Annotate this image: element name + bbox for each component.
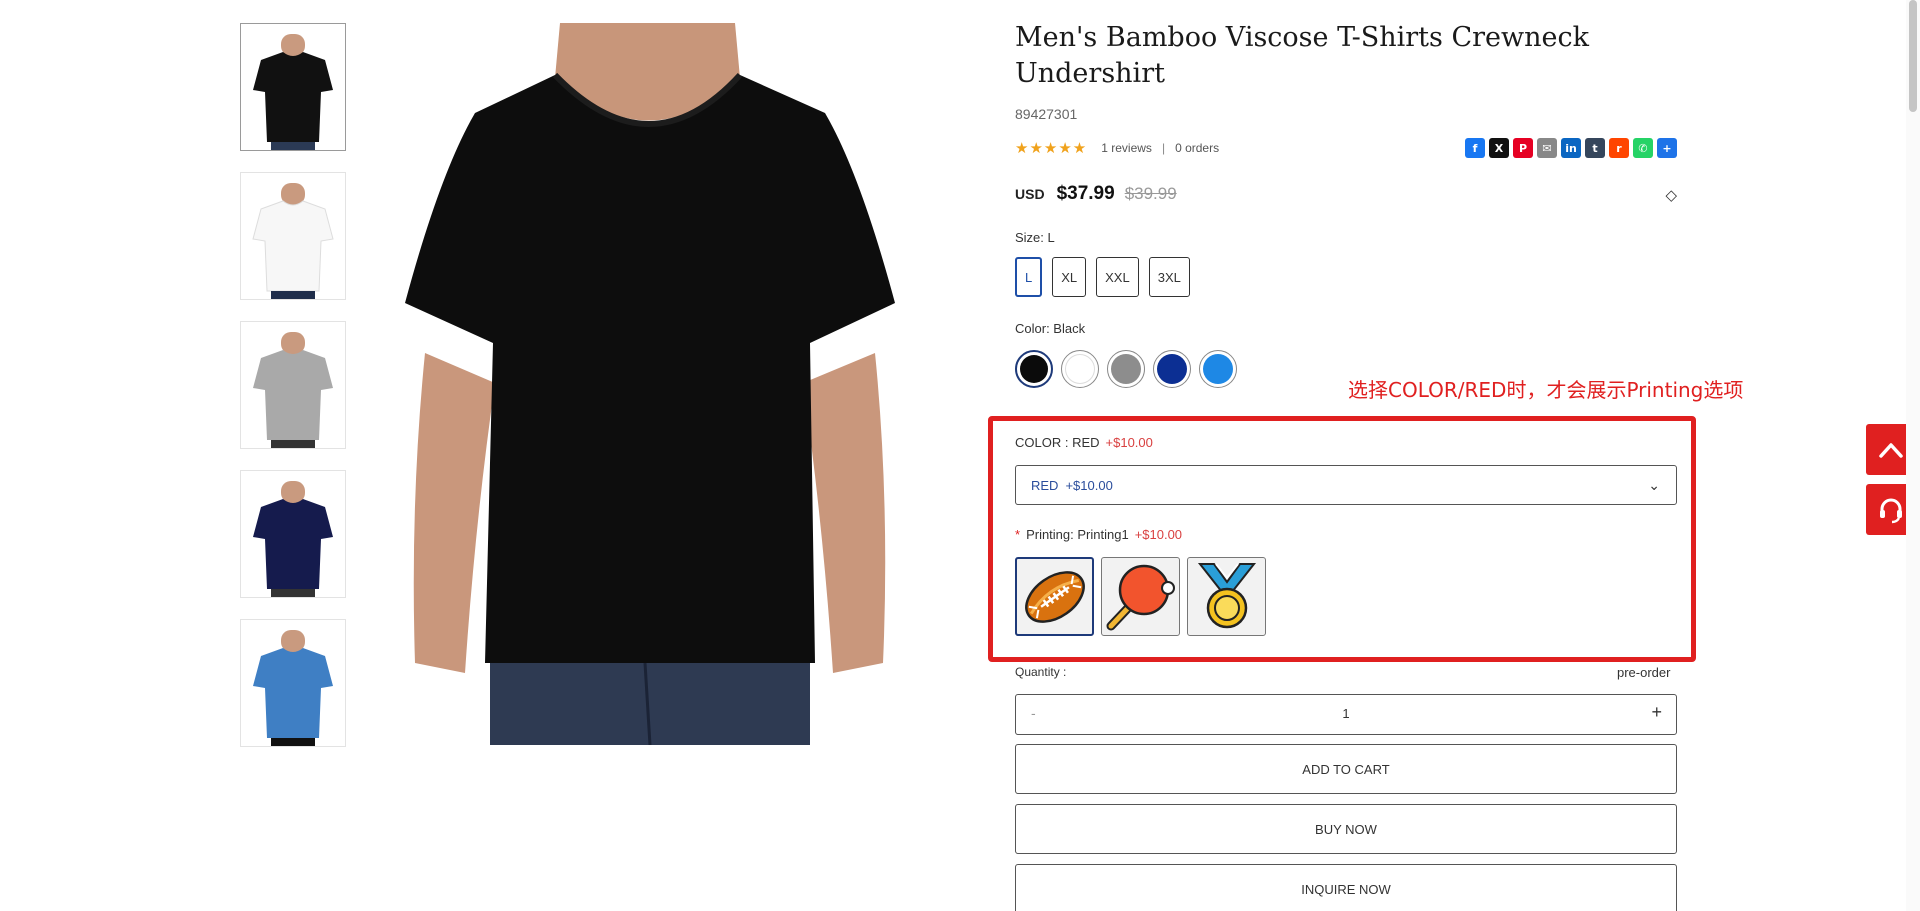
sale-price: $37.99	[1056, 183, 1115, 204]
thumbnail-black-shirt[interactable]	[240, 23, 346, 151]
thumbnail-navy-shirt[interactable]	[240, 470, 346, 598]
print-option-ping-pong[interactable]	[1101, 557, 1180, 636]
color-label: Color: Black	[1015, 321, 1086, 336]
product-sku: 89427301	[1015, 106, 1078, 122]
facebook-icon[interactable]: f	[1465, 138, 1485, 158]
currency-code: USD	[1015, 186, 1045, 202]
x-icon[interactable]: X	[1489, 138, 1509, 158]
size-option-xxl[interactable]: XXL	[1096, 257, 1139, 297]
thumbnail-white-shirt[interactable]	[240, 172, 346, 300]
size-label: Size: L	[1015, 230, 1055, 245]
diamond-icon[interactable]: ◇	[1665, 186, 1677, 204]
thumbnail-blue-shirt[interactable]	[240, 619, 346, 747]
email-icon[interactable]: ✉	[1537, 138, 1557, 158]
quantity-stepper: - 1 +	[1015, 694, 1677, 735]
option-color-label-text: COLOR : RED	[1015, 435, 1100, 450]
page-scrollbar[interactable]	[1906, 0, 1920, 911]
tumblr-icon[interactable]: t	[1585, 138, 1605, 158]
color-swatch-fill	[1065, 354, 1095, 384]
meta-separator: |	[1161, 141, 1166, 155]
price-row: USD $37.99 $39.99 ◇	[1015, 180, 1677, 208]
add-to-cart-button[interactable]: ADD TO CART	[1015, 744, 1677, 794]
orders-count: 0 orders	[1175, 141, 1220, 155]
shirt-thumbnail-image	[253, 332, 333, 448]
whatsapp-icon[interactable]: ✆	[1633, 138, 1653, 158]
size-option-xl[interactable]: XL	[1052, 257, 1087, 297]
print-option-medal[interactable]	[1187, 557, 1266, 636]
shirt-thumbnail-image	[253, 481, 333, 597]
quantity-label: Quantity :	[1015, 665, 1067, 679]
printing-options	[1015, 557, 1266, 636]
color-option-select[interactable]: RED +$10.00 ⌄	[1015, 465, 1677, 505]
product-title: Men's Bamboo Viscose T-Shirts Crewneck U…	[1015, 22, 1589, 89]
size-option-l[interactable]: L	[1015, 257, 1043, 297]
main-product-image[interactable]	[405, 23, 895, 745]
share-buttons: f X P ✉ in t r ✆ +	[1465, 138, 1677, 158]
pinterest-icon[interactable]: P	[1513, 138, 1533, 158]
size-option-3xl[interactable]: 3XL	[1148, 257, 1190, 297]
medal-print-icon	[1197, 562, 1256, 628]
black-tshirt-model-image	[405, 23, 895, 745]
select-addon: +$10.00	[1065, 477, 1113, 493]
thumbnail-gray-shirt[interactable]	[240, 321, 346, 449]
size-options: L XL XXL 3XL	[1015, 257, 1677, 297]
quantity-increase-button[interactable]: +	[1651, 702, 1662, 723]
select-value: RED	[1031, 477, 1059, 493]
buy-now-button[interactable]: BUY NOW	[1015, 804, 1677, 854]
color-swatch[interactable]	[1015, 350, 1053, 388]
printing-label: * Printing: Printing1 +$10.00	[1015, 527, 1182, 542]
shirt-thumbnail-image	[252, 183, 334, 299]
ping-pong-paddle-print-icon	[1106, 564, 1175, 630]
chevron-down-icon: ⌄	[1648, 477, 1660, 493]
color-swatch[interactable]	[1199, 350, 1237, 388]
color-swatch-fill	[1157, 354, 1187, 384]
inquire-now-button[interactable]: INQUIRE NOW	[1015, 864, 1677, 911]
option-color-label: COLOR : RED +$10.00	[1015, 435, 1153, 450]
color-swatch-fill	[1111, 354, 1141, 384]
print-option-football[interactable]	[1015, 557, 1094, 636]
color-swatch-fill	[1203, 354, 1233, 384]
color-swatch-fill	[1020, 355, 1048, 383]
football-print-icon	[1024, 570, 1085, 623]
shirt-thumbnail-image	[253, 630, 333, 746]
rating-row: ★★★★★ 1 reviews | 0 orders f X P ✉ in t r ✆ +	[1015, 138, 1677, 158]
product-info: Men's Bamboo Viscose T-Shirts Crewneck U…	[1015, 20, 1677, 388]
scrollbar-thumb[interactable]	[1909, 0, 1917, 112]
linkedin-icon[interactable]: in	[1561, 138, 1581, 158]
required-mark: *	[1015, 527, 1021, 542]
headset-icon	[1879, 498, 1902, 523]
stock-status: pre-order	[1617, 665, 1671, 680]
rating-stars-icon: ★★★★★	[1015, 140, 1088, 157]
reviews-count-link[interactable]: 1 reviews	[1101, 141, 1152, 155]
chevron-up-icon	[1878, 442, 1903, 458]
reddit-icon[interactable]: r	[1609, 138, 1629, 158]
thumbnail-gallery	[240, 23, 346, 768]
color-swatch[interactable]	[1107, 350, 1145, 388]
shirt-thumbnail-image	[253, 34, 333, 150]
color-swatch[interactable]	[1153, 350, 1191, 388]
annotation-note: 选择COLOR/RED时，才会展示Printing选项	[1348, 378, 1744, 402]
color-swatch[interactable]	[1061, 350, 1099, 388]
printing-label-text: Printing: Printing1	[1026, 527, 1129, 542]
share-more-icon[interactable]: +	[1657, 138, 1677, 158]
original-price: $39.99	[1124, 184, 1177, 203]
quantity-input[interactable]: 1	[1016, 706, 1676, 721]
option-color-addon: +$10.00	[1105, 435, 1153, 450]
printing-addon: +$10.00	[1134, 527, 1183, 542]
